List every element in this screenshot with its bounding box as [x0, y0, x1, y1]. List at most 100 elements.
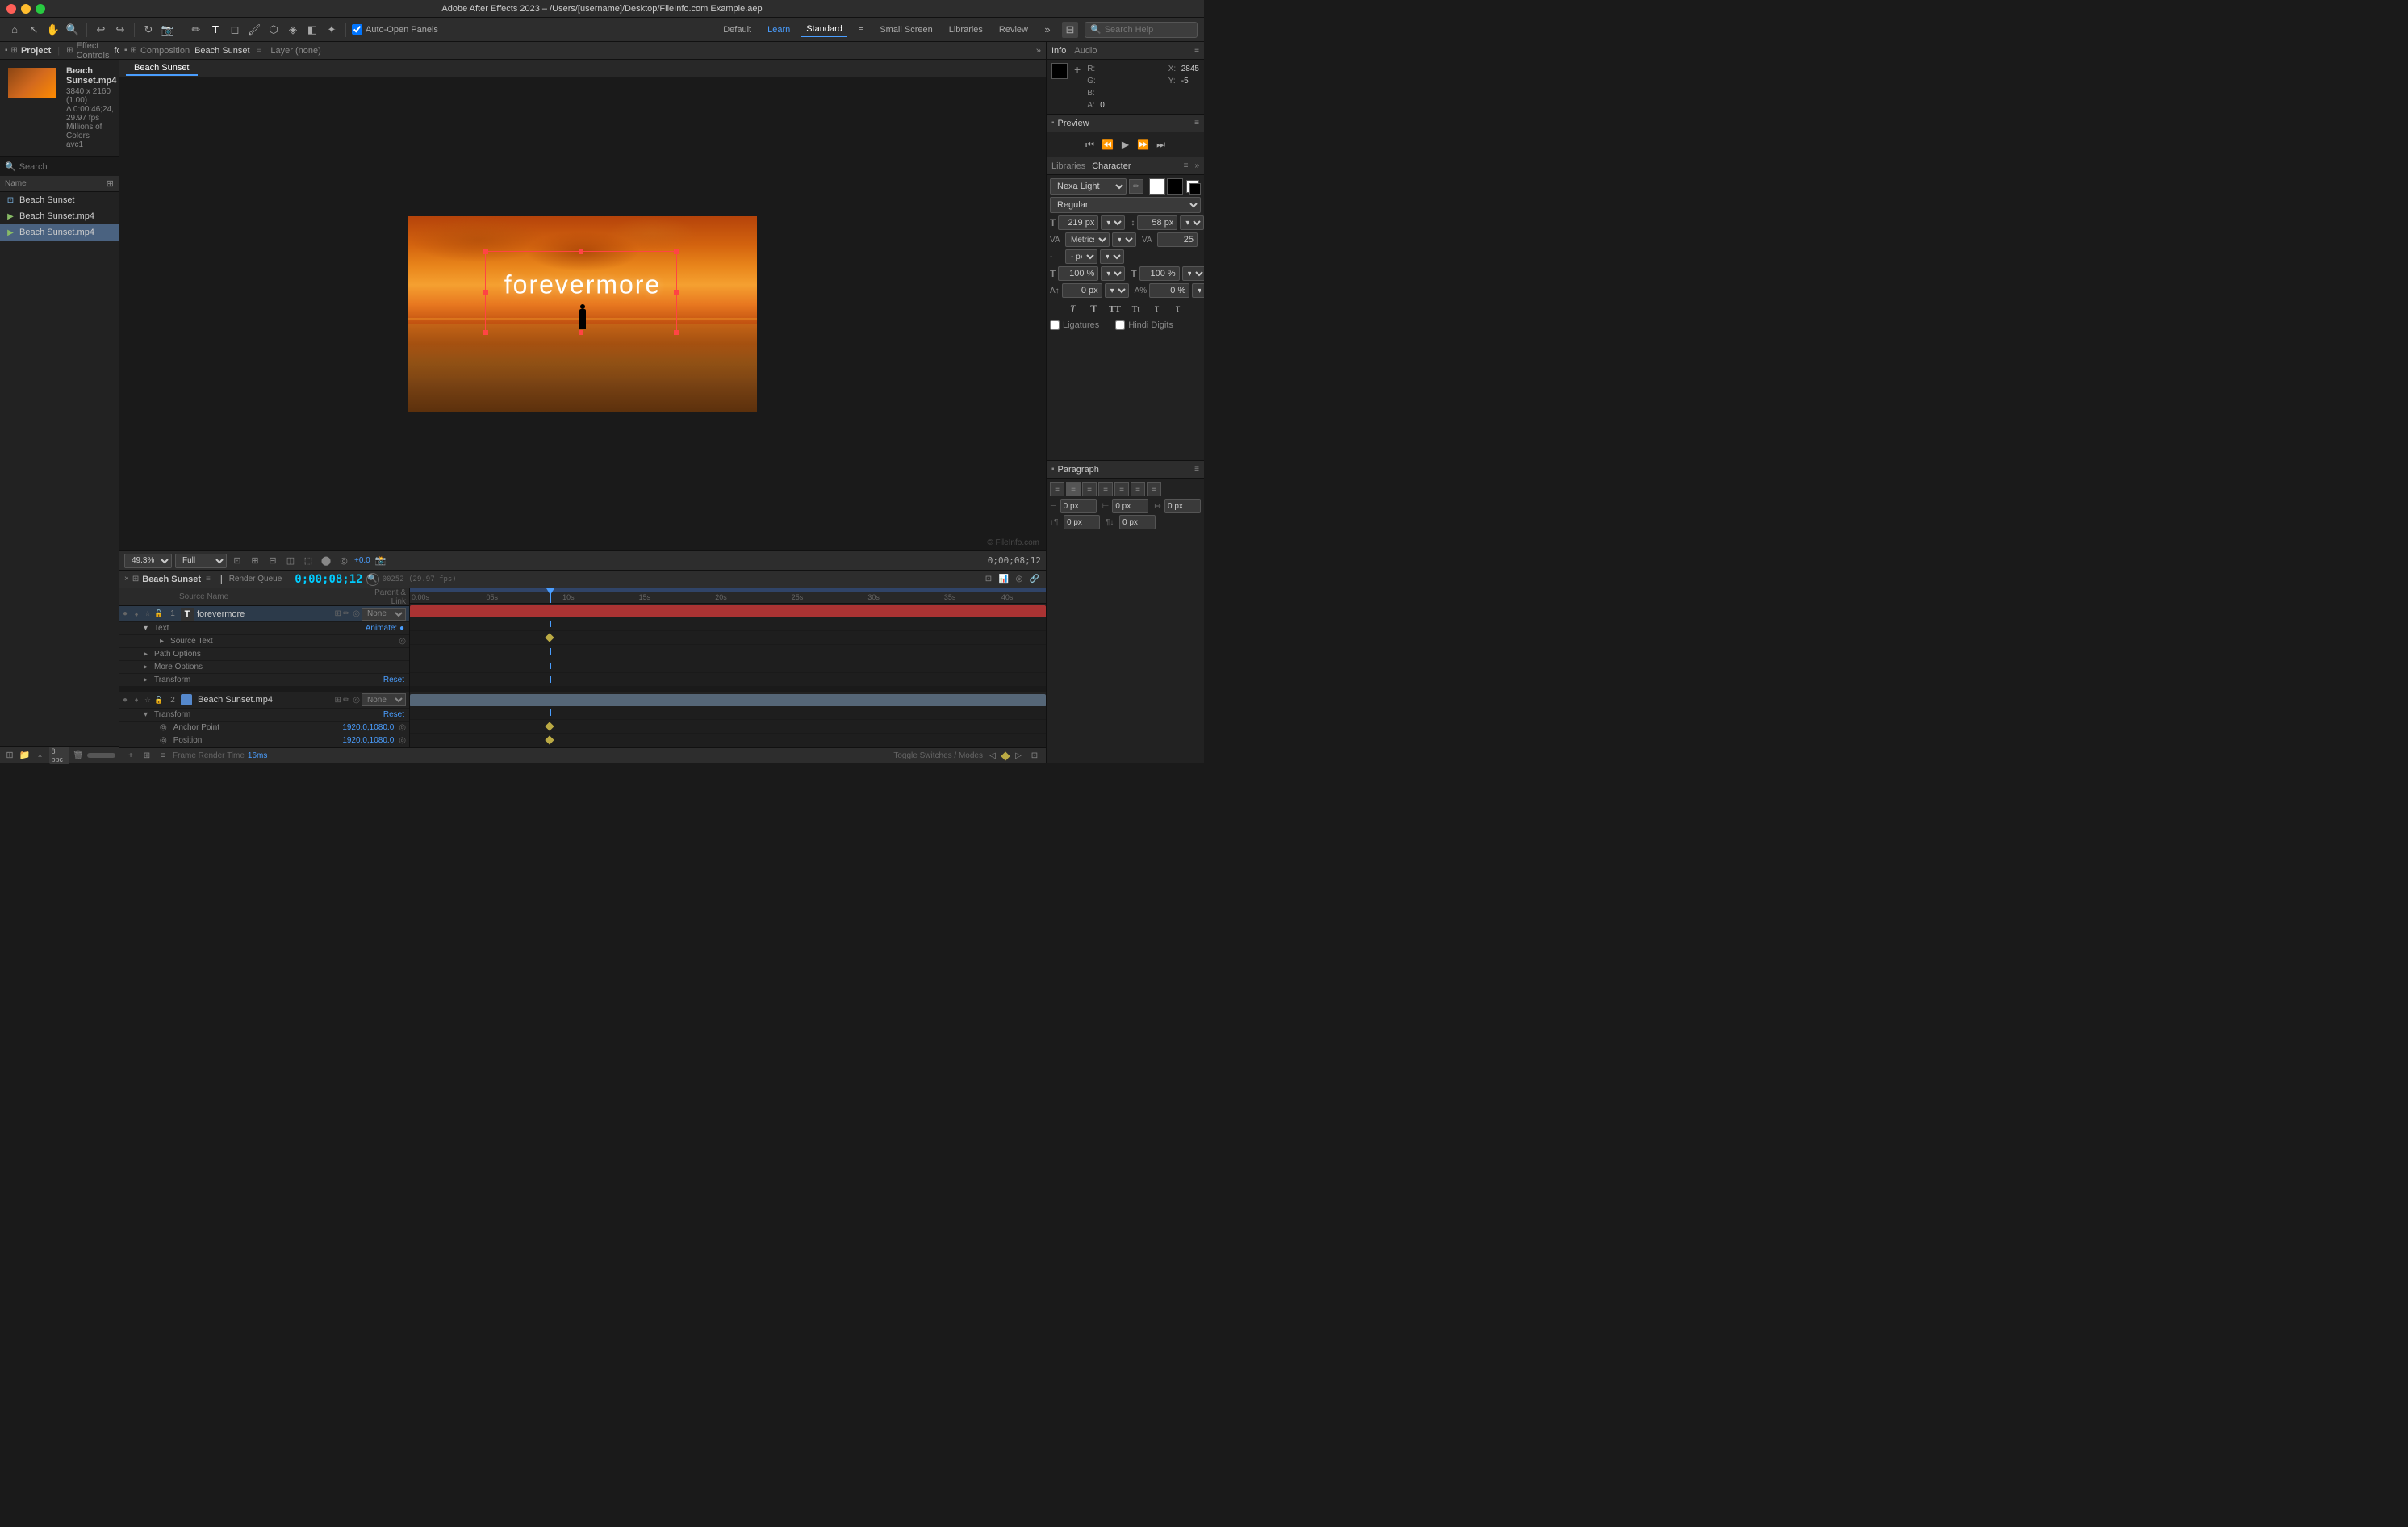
zoom-select[interactable]: 49.3% 100% 50% 25% [124, 554, 172, 568]
smallcaps-btn[interactable]: Tt [1128, 301, 1144, 317]
baseline-dropdown[interactable]: ▾ [1100, 249, 1124, 264]
workspace-libraries[interactable]: Libraries [944, 23, 988, 36]
more-workspaces-icon[interactable]: » [1039, 22, 1056, 38]
keyframe-diamond-position[interactable] [546, 735, 554, 744]
baseline-unit-select[interactable]: - px [1065, 249, 1097, 264]
workspace-standard[interactable]: Standard [801, 23, 847, 37]
layer-sub-more-options[interactable]: ▸ More Options [119, 661, 409, 674]
justify-right-btn[interactable]: ≡ [1131, 482, 1145, 496]
zoom-icon[interactable]: 🔍 [65, 22, 81, 38]
comp-mini-icon[interactable]: ⊡ [982, 573, 995, 586]
text-layer-bar[interactable] [410, 605, 1046, 618]
align-center-btn[interactable]: ≡ [1066, 482, 1081, 496]
redo-icon[interactable]: ↪ [112, 22, 128, 38]
keyframe-nav-dot[interactable] [1001, 751, 1010, 760]
chain-icon[interactable]: 🔗 [1028, 573, 1041, 586]
space-after-input[interactable] [1119, 515, 1156, 529]
step-back-icon[interactable]: ⏪ [1101, 137, 1115, 152]
info-menu-icon[interactable]: ≡ [1194, 46, 1199, 55]
graph-icon[interactable]: 📊 [997, 573, 1010, 586]
layer-row-1[interactable]: ● ♦ ☆ 🔓 1 T forevermore ⊞ ✏ ◎ [119, 606, 409, 622]
workspace-review[interactable]: Review [994, 23, 1033, 36]
timeline-menu-icon[interactable]: | [220, 575, 223, 584]
list-item-selected[interactable]: ▶ Beach Sunset.mp4 [0, 224, 119, 241]
para-menu-icon[interactable]: ≡ [1194, 465, 1199, 474]
font-style-select[interactable]: Regular Bold Italic [1050, 197, 1201, 213]
layer-sub-transform-1[interactable]: ▸ Transform Reset [119, 674, 409, 687]
audio-toggle-1[interactable]: ♦ [131, 606, 142, 622]
render-icon[interactable]: ◎ [337, 554, 351, 568]
solo-toggle-2[interactable]: ☆ [142, 692, 153, 708]
parent-select-1[interactable]: None [362, 608, 406, 621]
animate-btn[interactable]: Animate: ● [366, 624, 409, 633]
font-family-select[interactable]: Nexa Light [1050, 178, 1127, 195]
horiz-scale-input[interactable] [1058, 266, 1098, 281]
minimize-button[interactable] [21, 4, 31, 14]
text-icon[interactable]: T [207, 22, 224, 38]
tracking-input[interactable] [1157, 232, 1198, 247]
parent-select-2[interactable]: None [362, 693, 406, 706]
pen-icon[interactable]: ✏ [188, 22, 204, 38]
vert-scale-input[interactable] [1139, 266, 1180, 281]
stamp-icon[interactable]: ◈ [285, 22, 301, 38]
info-tab-audio[interactable]: Audio [1074, 46, 1097, 56]
layer-sub-text[interactable]: ▾ Text Animate: ● [119, 622, 409, 635]
list-item[interactable]: ▶ Beach Sunset.mp4 [0, 208, 119, 224]
visibility-toggle-1[interactable]: ● [119, 606, 131, 622]
auto-open-checkbox[interactable] [352, 24, 362, 35]
ligatures-checkbox[interactable] [1050, 320, 1060, 330]
reset-btn-1[interactable]: Reset [383, 676, 409, 684]
layer-2-sub-anchor[interactable]: ◎ Anchor Point 1920.0,1080.0 ◎ [119, 722, 409, 734]
char-expand-icon[interactable]: » [1194, 161, 1199, 170]
font-size-input[interactable] [1058, 215, 1098, 230]
plus-button[interactable]: + [1074, 63, 1081, 111]
search-input[interactable] [1105, 25, 1192, 35]
kerning-unit[interactable]: ▾ [1112, 232, 1136, 247]
workspace-menu-icon[interactable]: ≡ [854, 23, 868, 36]
skip-forward-icon[interactable]: ⏭ [1154, 137, 1168, 152]
transparency-icon[interactable]: ◫ [283, 554, 298, 568]
lock-toggle-2[interactable]: 🔓 [153, 692, 165, 708]
indent-first-input[interactable] [1164, 499, 1201, 513]
grid-icon[interactable]: ⊞ [248, 554, 262, 568]
indent-right-input[interactable] [1112, 499, 1148, 513]
vert-scale-unit[interactable]: ▾ [1182, 266, 1204, 281]
keyframe-diamond-anchor[interactable] [546, 722, 554, 730]
libraries-tab[interactable]: Libraries [1051, 161, 1085, 171]
layer-sub-path-options[interactable]: ▸ Path Options [119, 648, 409, 661]
comp-tab-beach-sunset[interactable]: Beach Sunset [126, 61, 198, 76]
quality-select[interactable]: Full Half Quarter [175, 554, 227, 568]
paint-icon[interactable]: ⬡ [265, 22, 282, 38]
preview-menu-icon[interactable]: ≡ [1194, 119, 1199, 128]
close-button[interactable] [6, 4, 16, 14]
project-search-input[interactable] [19, 162, 114, 172]
keyframe-nav-prev[interactable]: ◁ [986, 750, 999, 763]
kerning-select[interactable]: Metrics Optical 0 [1065, 232, 1110, 247]
stroke-color-swatch[interactable] [1167, 178, 1183, 195]
timeline-timecode[interactable]: 0;00;08;12 [295, 573, 362, 586]
snapshot-icon[interactable]: 📸 [374, 554, 388, 568]
baseline-shift-input[interactable] [1062, 283, 1102, 298]
regions-icon[interactable]: ⊟ [265, 554, 280, 568]
pixel-icon[interactable]: ⬚ [301, 554, 316, 568]
super-btn[interactable]: T [1149, 301, 1165, 317]
font-size-unit[interactable]: ▾ [1101, 215, 1125, 230]
character-tab[interactable]: Character [1092, 161, 1131, 171]
visibility-toggle-2[interactable]: ● [119, 692, 131, 708]
align-right-btn[interactable]: ≡ [1082, 482, 1097, 496]
folder-icon[interactable]: 📁 [19, 748, 31, 763]
char-menu-icon[interactable]: ≡ [1184, 161, 1189, 170]
eraser-icon[interactable]: ◧ [304, 22, 320, 38]
composition-viewer[interactable]: forevermore © FileInfo.com [119, 77, 1046, 550]
lock-toggle-1[interactable]: 🔓 [153, 606, 165, 622]
new-layer-icon[interactable]: ⊞ [140, 750, 153, 763]
rotate-icon[interactable]: ↻ [140, 22, 157, 38]
position-value[interactable]: 1920.0,1080.0 [342, 736, 399, 745]
workspace-learn[interactable]: Learn [763, 23, 795, 36]
stacked-swatch-2[interactable] [1189, 183, 1201, 195]
skip-back-icon[interactable]: ⏮ [1083, 137, 1097, 152]
brush-icon[interactable]: 🖌 [246, 22, 262, 38]
audio-toggle-2[interactable]: ♦ [131, 692, 142, 708]
toggle-panels-icon[interactable]: ⊟ [1062, 22, 1078, 38]
fullscreen-button[interactable] [36, 4, 45, 14]
